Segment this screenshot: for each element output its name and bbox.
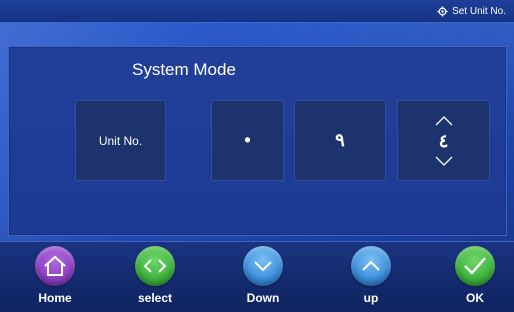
up-button-circle <box>351 246 391 286</box>
chevron-up-icon <box>362 260 380 271</box>
home-button-circle <box>35 246 75 286</box>
unit-no-label: Unit No. <box>75 100 166 181</box>
select-button[interactable]: select <box>115 246 195 312</box>
select-button-circle <box>135 246 175 286</box>
down-button-circle <box>243 246 283 286</box>
home-label: Home <box>38 291 72 305</box>
system-mode-panel: System Mode Unit No. • ٩ ٤ <box>8 46 507 236</box>
chevron-down-icon <box>254 261 272 272</box>
unit-digit-1[interactable]: • <box>211 100 284 181</box>
page-title: System Mode <box>132 60 236 79</box>
home-icon <box>44 255 66 276</box>
down-button[interactable]: Down <box>223 246 303 312</box>
checkmark-icon <box>464 257 486 275</box>
bottom-nav-bar: Home select Down up OK <box>0 241 514 312</box>
unit-digit-3: ٤ <box>438 130 449 151</box>
chevron-up-icon[interactable] <box>434 115 454 127</box>
chevron-down-icon[interactable] <box>434 155 454 167</box>
device-screen: Set Unit No. System Mode Unit No. • ٩ ٤ <box>0 0 514 312</box>
top-bar: Set Unit No. <box>0 0 514 23</box>
unit-digit-3-selected[interactable]: ٤ <box>397 100 490 181</box>
left-right-chevrons-icon <box>143 259 167 273</box>
unit-digit-2[interactable]: ٩ <box>294 100 386 181</box>
home-button[interactable]: Home <box>15 246 95 312</box>
up-button[interactable]: up <box>331 246 411 312</box>
select-label: select <box>137 291 173 305</box>
set-unit-label: Set Unit No. <box>452 6 506 17</box>
up-label: up <box>363 291 379 305</box>
ok-button-circle <box>455 246 495 286</box>
gear-icon <box>437 6 448 17</box>
down-label: Down <box>246 291 280 305</box>
set-unit-button[interactable]: Set Unit No. <box>437 4 506 19</box>
ok-button[interactable]: OK <box>435 246 514 312</box>
ok-label: OK <box>466 291 484 305</box>
